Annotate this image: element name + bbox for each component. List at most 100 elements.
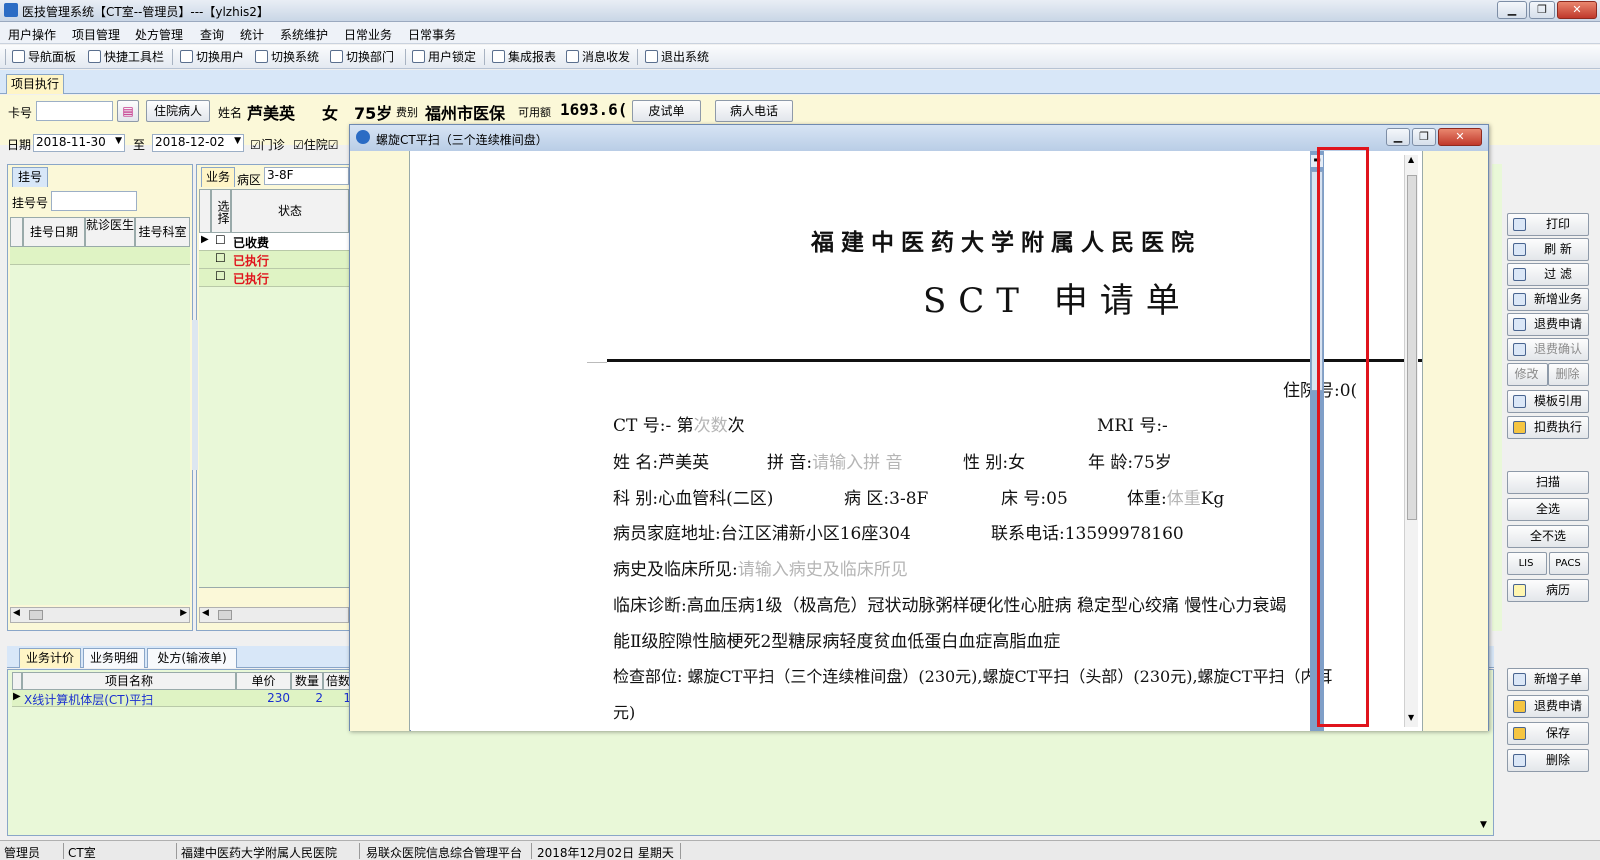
refresh-button[interactable]: 刷 新	[1507, 238, 1589, 261]
splitter[interactable]	[192, 320, 198, 470]
weight-field: 体重:体重Kg	[1127, 489, 1225, 509]
scroll-down-icon[interactable]: ▼	[1408, 713, 1414, 722]
maximize-button[interactable]: ❐	[1529, 1, 1555, 19]
select-none-button[interactable]: 全不选	[1507, 525, 1589, 548]
patient-name-field: 姓 名:芦美英	[613, 453, 710, 473]
table-row[interactable]: ☐ 已执行	[199, 251, 349, 269]
row-checkbox[interactable]: ☐	[215, 233, 226, 247]
ward-input[interactable]: 3-8F	[264, 167, 349, 185]
pinyin-input[interactable]: 请输入拼 音	[812, 453, 902, 473]
inpatient-checkbox[interactable]: ☑住院☑	[293, 136, 339, 153]
add-business-button[interactable]: 新增业务	[1507, 288, 1589, 311]
hand-icon	[1513, 700, 1526, 713]
menu-prescription-mgmt[interactable]: 处方管理	[135, 26, 183, 43]
dialog-v-scrollbar[interactable]: ▲ ▼	[1404, 155, 1418, 727]
pacs-button[interactable]: PACS	[1549, 552, 1589, 575]
tab-registration[interactable]: 挂号	[12, 167, 48, 187]
tab-prescription[interactable]: 处方(输液单)	[147, 648, 237, 668]
weight-input[interactable]: 体重	[1167, 489, 1201, 509]
add-sub-order-button[interactable]: 新增子单	[1507, 668, 1589, 691]
select-all-button[interactable]: 全选	[1507, 498, 1589, 521]
refund-request-button[interactable]: 退费申请	[1507, 313, 1589, 336]
reports-button[interactable]: 集成报表	[492, 49, 556, 65]
skin-test-button[interactable]: 皮试单	[632, 100, 701, 122]
help-icon	[1513, 584, 1526, 597]
medical-record-button[interactable]: 病历	[1507, 579, 1589, 602]
minimize-button[interactable]: ▁	[1497, 1, 1527, 19]
lis-button[interactable]: LIS	[1507, 552, 1547, 575]
scroll-right-icon[interactable]: ▶	[180, 608, 187, 618]
row-checkbox[interactable]: ☐	[215, 251, 226, 265]
save-button[interactable]: 保存	[1507, 722, 1589, 745]
card-input[interactable]	[36, 101, 113, 121]
messages-button[interactable]: 消息收发	[566, 49, 630, 65]
deduct-execute-button[interactable]: 扣费执行	[1507, 416, 1589, 439]
menu-daily-business[interactable]: 日常业务	[344, 26, 392, 43]
close-button[interactable]: ✕	[1557, 1, 1597, 19]
table-row[interactable]: ☐ 已执行	[199, 269, 349, 287]
exit-system-button[interactable]: 退出系统	[645, 49, 709, 65]
table-row[interactable]: ▶ ☐ 已收费	[199, 233, 349, 251]
fee-label: 费别	[396, 106, 418, 119]
date-to-picker[interactable]: 2018-12-02 ▼	[152, 134, 244, 152]
tab-business[interactable]: 业务	[201, 167, 235, 187]
switch-system-button[interactable]: 切换系统	[255, 49, 319, 65]
card-reader-icon: ▤	[122, 104, 134, 118]
hospital-name: 福建中医药大学附属人民医院	[811, 229, 1201, 256]
user-lock-button[interactable]: 用户锁定	[412, 49, 476, 65]
menu-user-ops[interactable]: 用户操作	[8, 26, 56, 43]
menu-system-maintenance[interactable]: 系统维护	[280, 26, 328, 43]
menu-project-mgmt[interactable]: 项目管理	[72, 26, 120, 43]
sex-field: 性 别:女	[963, 453, 1026, 473]
quick-toolbar-button[interactable]: 快捷工具栏	[88, 49, 164, 65]
date-from-picker[interactable]: 2018-11-30 ▼	[33, 134, 125, 152]
tab-details[interactable]: 业务明细	[83, 648, 145, 668]
patient-phone-button[interactable]: 病人电话	[715, 100, 793, 122]
scan-button[interactable]: 扫描	[1507, 471, 1589, 494]
ct-number: CT 号:- 第次数次	[613, 416, 745, 436]
col-item-name: 项目名称	[22, 672, 236, 690]
table-row[interactable]	[10, 247, 190, 265]
ward-label: 病区	[237, 173, 262, 187]
card-reader-button[interactable]: ▤	[117, 100, 139, 122]
col-reg-dept: 挂号科室	[135, 217, 190, 247]
department-icon	[330, 50, 343, 63]
scroll-left-icon[interactable]: ◀	[202, 608, 209, 618]
scroll-up-icon[interactable]: ▲	[1408, 155, 1414, 164]
menu-statistics[interactable]: 统计	[240, 26, 264, 43]
row-checkbox[interactable]: ☐	[215, 269, 226, 283]
available-amount: 1693.6(	[560, 100, 628, 119]
scroll-thumb[interactable]	[1407, 175, 1417, 520]
print-button[interactable]: 打印	[1507, 213, 1589, 236]
refund-confirm-button[interactable]: 退费确认	[1507, 338, 1589, 361]
dialog-minimize-button[interactable]: ▁	[1386, 128, 1410, 146]
scroll-left-icon[interactable]: ◀	[13, 608, 20, 618]
tab-project-exec[interactable]: 项目执行	[6, 74, 64, 94]
menu-daily-affairs[interactable]: 日常事务	[408, 26, 456, 43]
scroll-down-icon[interactable]: ▼	[1480, 820, 1487, 830]
nav-panel-button[interactable]: 导航面板	[12, 49, 76, 65]
delete-button[interactable]: 删除	[1548, 363, 1589, 386]
reg-no-input[interactable]	[51, 191, 137, 211]
edit-button[interactable]: 修改	[1507, 363, 1548, 386]
scroll-thumb[interactable]	[29, 610, 43, 620]
filter-button[interactable]: 过 滤	[1507, 263, 1589, 286]
switch-user-button[interactable]: 切换用户	[180, 49, 244, 65]
outpatient-checkbox[interactable]: ☑门诊	[250, 136, 285, 153]
scroll-thumb[interactable]	[218, 610, 232, 620]
table-row[interactable]: ▶ X线计算机体层(CT)平扫 230 2 1	[12, 690, 353, 707]
dialog-close-button[interactable]: ✕	[1438, 128, 1482, 146]
col-qty: 数量	[291, 672, 323, 690]
h-scrollbar[interactable]: ◀ ▶	[10, 607, 190, 623]
h-scrollbar[interactable]: ◀	[199, 607, 349, 623]
menu-query[interactable]: 查询	[200, 26, 224, 43]
history-input[interactable]: 请输入病史及临床所见	[738, 560, 908, 580]
delete-item-button[interactable]: 删除	[1507, 749, 1589, 772]
refund-request-button-2[interactable]: 退费申请	[1507, 695, 1589, 718]
switch-dept-button[interactable]: 切换部门	[330, 49, 394, 65]
inpatient-button[interactable]: 住院病人	[146, 100, 210, 122]
template-button[interactable]: 模板引用	[1507, 390, 1589, 413]
times-input[interactable]: 次数	[694, 416, 728, 436]
tab-pricing[interactable]: 业务计价	[19, 648, 81, 668]
dialog-maximize-button[interactable]: ❐	[1412, 128, 1436, 146]
